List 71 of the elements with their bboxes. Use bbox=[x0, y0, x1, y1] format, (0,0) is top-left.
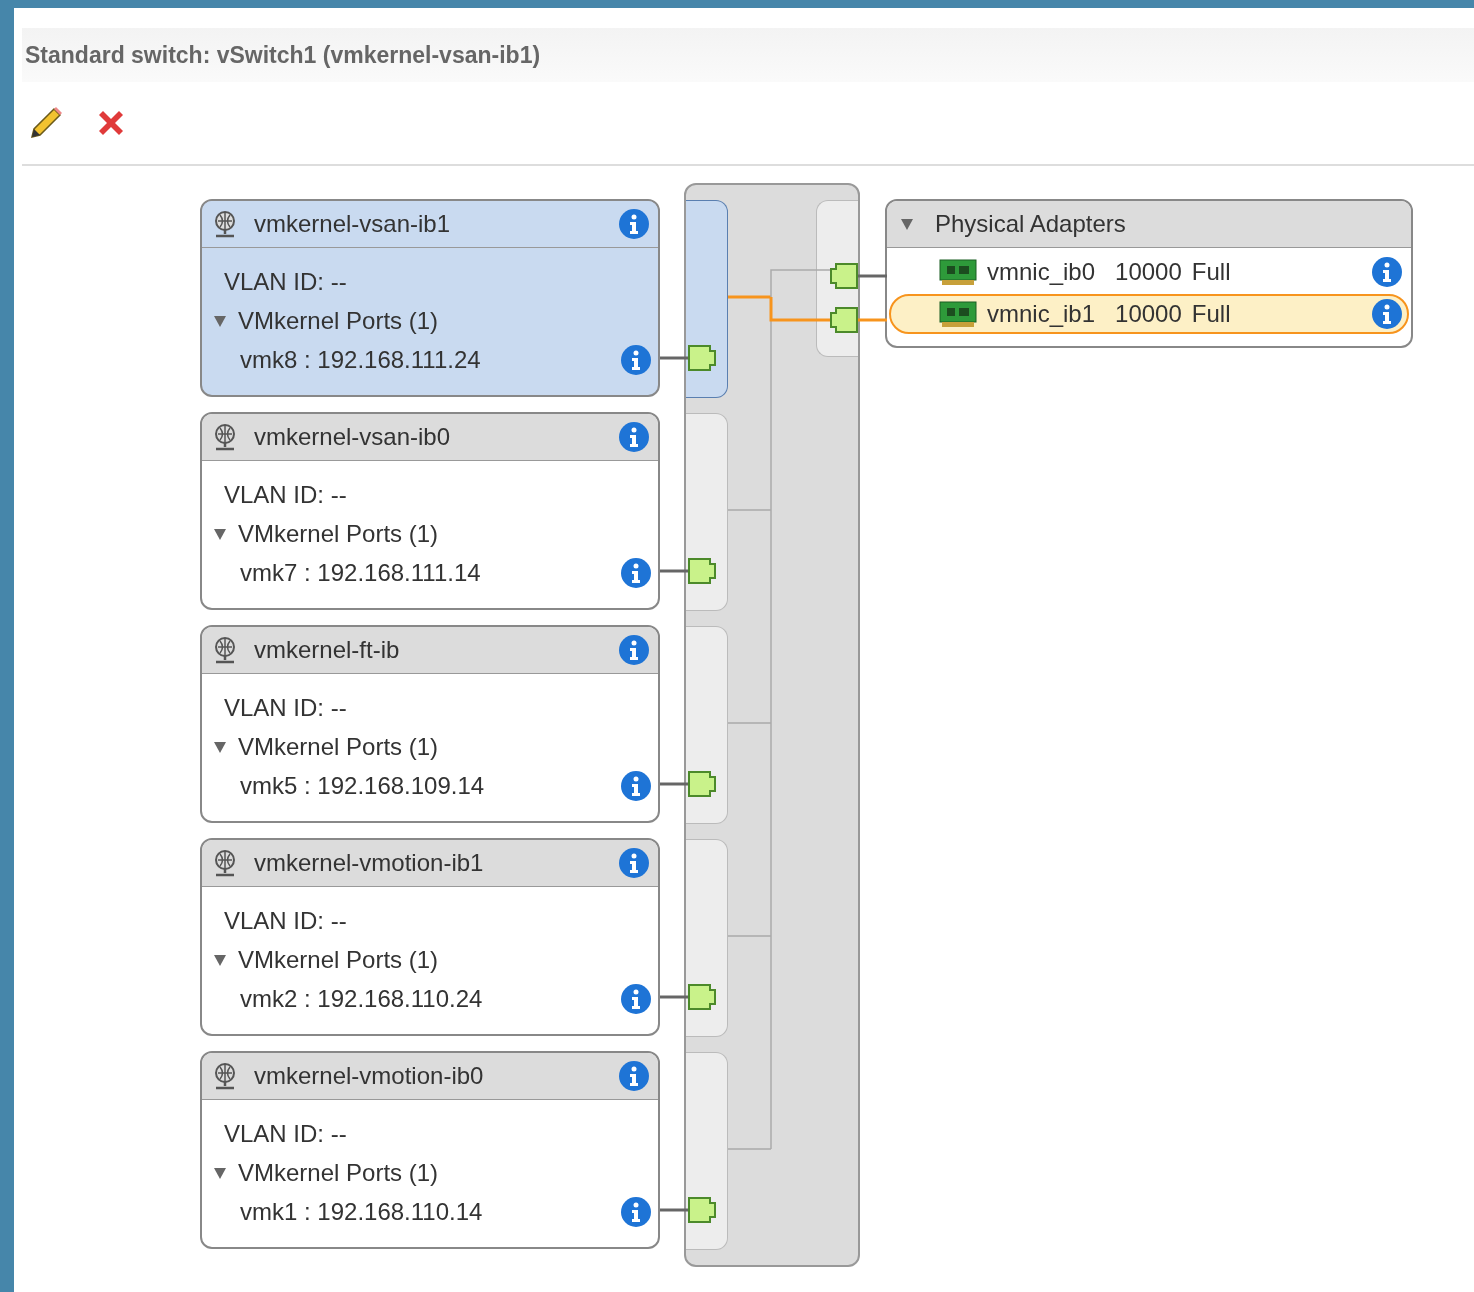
port-icon bbox=[688, 558, 716, 584]
connector-line bbox=[727, 935, 772, 937]
port-group-name: vmkernel-ft-ib bbox=[254, 636, 401, 664]
info-icon[interactable] bbox=[618, 208, 650, 240]
adapter-row[interactable]: vmnic_ib0 10000 Full bbox=[889, 252, 1409, 292]
physical-adapters-label: Physical Adapters bbox=[935, 210, 1126, 238]
window-title: Standard switch: vSwitch1 (vmkernel-vsan-ib1) bbox=[25, 41, 541, 69]
expand-triangle-icon[interactable] bbox=[899, 216, 915, 232]
vlan-id-label: VLAN ID: -- bbox=[224, 267, 347, 296]
info-icon[interactable] bbox=[620, 556, 652, 589]
vmkernel-port-address: vmk8 : 192.168.111.24 bbox=[240, 345, 482, 374]
adapter-name: vmnic_ib1 bbox=[987, 300, 1096, 328]
vmkernel-port-address: vmk7 : 192.168.111.14 bbox=[240, 558, 482, 587]
info-icon[interactable] bbox=[620, 982, 652, 1015]
port-group-name: vmkernel-vmotion-ib1 bbox=[254, 849, 485, 877]
port-icon bbox=[688, 345, 716, 371]
port-icon bbox=[688, 1197, 716, 1223]
port-icon bbox=[688, 984, 716, 1010]
connector-line bbox=[856, 318, 887, 322]
adapter-row[interactable]: vmnic_ib1 10000 Full bbox=[889, 294, 1409, 334]
connector-line bbox=[660, 995, 688, 999]
vmkernel-ports-label: VMkernel Ports (1) bbox=[238, 945, 439, 974]
port-group-card[interactable]: vmkernel-vsan-ib0 VLAN ID: -- VMkernel Ports (1) vmk7 : 192.168.111.14 bbox=[200, 412, 660, 610]
port-group-card[interactable]: vmkernel-vsan-ib1 VLAN ID: -- VMkernel Ports (1) vmk8 : 192.168.111.24 bbox=[200, 199, 660, 397]
port-icon bbox=[830, 307, 858, 333]
vmkernel-port-address: vmk5 : 192.168.109.14 bbox=[240, 771, 486, 800]
port-group-name: vmkernel-vsan-ib0 bbox=[254, 423, 452, 451]
info-icon[interactable] bbox=[618, 634, 650, 666]
adapter-speed: 10000 bbox=[1115, 300, 1182, 328]
port-group-name: vmkernel-vsan-ib1 bbox=[254, 210, 452, 238]
connector-line bbox=[856, 274, 887, 278]
network-card-icon bbox=[939, 300, 977, 328]
adapter-speed: 10000 bbox=[1115, 258, 1182, 286]
adapter-duplex: Full bbox=[1191, 300, 1232, 328]
connector-line bbox=[660, 782, 688, 786]
connector-line bbox=[660, 569, 688, 573]
port-icon bbox=[688, 771, 716, 797]
vlan-id-label: VLAN ID: -- bbox=[224, 906, 347, 935]
connector-line bbox=[660, 1208, 688, 1212]
connector-line bbox=[728, 295, 771, 299]
port-icon bbox=[830, 263, 858, 289]
vmkernel-ports-label: VMkernel Ports (1) bbox=[238, 306, 439, 335]
connector-line bbox=[727, 1148, 772, 1150]
info-icon[interactable] bbox=[620, 769, 652, 802]
port-group-card[interactable]: vmkernel-vmotion-ib0 VLAN ID: -- VMkernel Ports (1) vmk1 : 192.168.110.14 bbox=[200, 1051, 660, 1249]
vmkernel-ports-label: VMkernel Ports (1) bbox=[238, 732, 439, 761]
vmkernel-ports-label: VMkernel Ports (1) bbox=[238, 519, 439, 548]
info-icon[interactable] bbox=[620, 343, 652, 376]
vmkernel-port-address: vmk1 : 192.168.110.14 bbox=[240, 1197, 484, 1226]
adapter-name: vmnic_ib0 bbox=[987, 258, 1096, 286]
vmkernel-port-address: vmk2 : 192.168.110.24 bbox=[240, 984, 484, 1013]
vlan-id-label: VLAN ID: -- bbox=[224, 1119, 347, 1148]
port-group-card[interactable]: vmkernel-ft-ib VLAN ID: -- VMkernel Ports (1) vmk5 : 192.168.109.14 bbox=[200, 625, 660, 823]
connector-line bbox=[727, 722, 772, 724]
port-group-card[interactable]: vmkernel-vmotion-ib1 VLAN ID: -- VMkernel Ports (1) vmk2 : 192.168.110.24 bbox=[200, 838, 660, 1036]
info-icon[interactable] bbox=[1371, 256, 1403, 288]
vlan-id-label: VLAN ID: -- bbox=[224, 480, 347, 509]
info-icon[interactable] bbox=[618, 1060, 650, 1092]
vlan-id-label: VLAN ID: -- bbox=[224, 693, 347, 722]
vmkernel-ports-label: VMkernel Ports (1) bbox=[238, 1158, 439, 1187]
network-card-icon bbox=[939, 258, 977, 286]
info-icon[interactable] bbox=[1371, 298, 1403, 330]
active-path-line bbox=[769, 297, 830, 322]
info-icon[interactable] bbox=[618, 847, 650, 879]
port-group-name: vmkernel-vmotion-ib0 bbox=[254, 1062, 485, 1090]
adapter-duplex: Full bbox=[1191, 258, 1232, 286]
connector-line bbox=[727, 509, 772, 511]
info-icon[interactable] bbox=[620, 1195, 652, 1228]
connector-line bbox=[660, 356, 688, 360]
info-icon[interactable] bbox=[618, 421, 650, 453]
edit-pencil-icon[interactable] bbox=[28, 105, 64, 141]
